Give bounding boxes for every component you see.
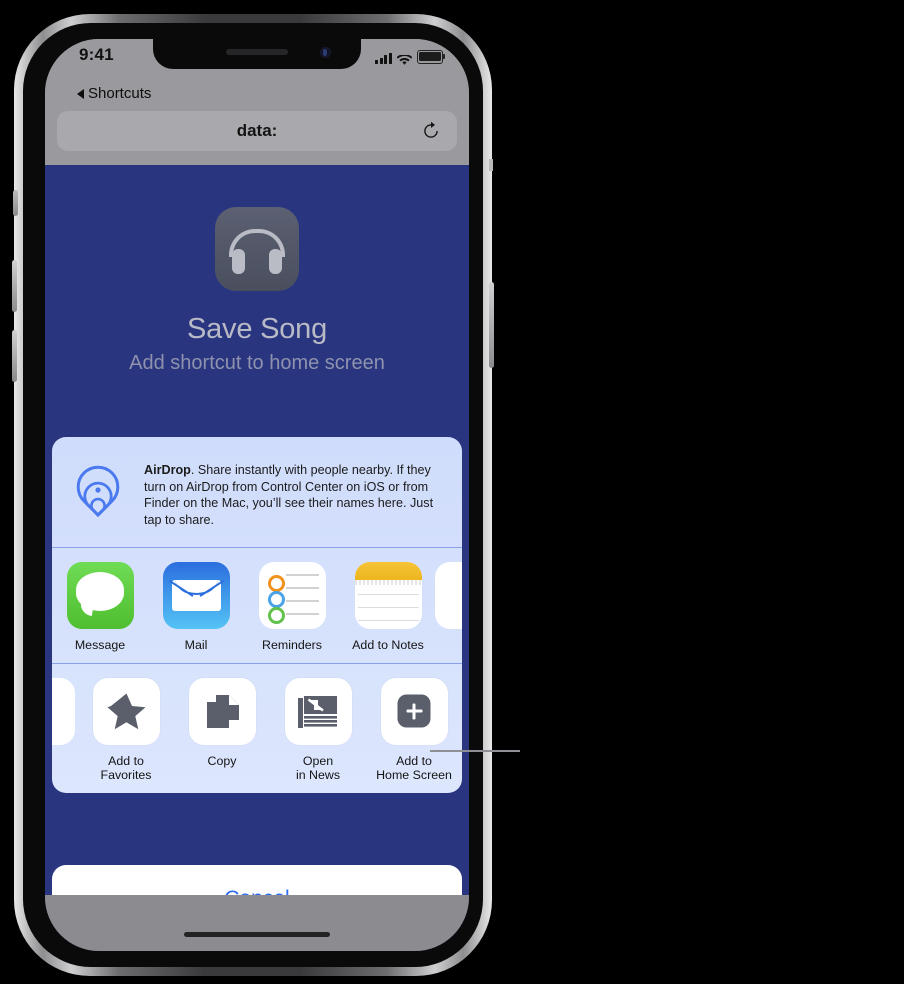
web-page-content: Save Song Add shortcut to home screen Ai… — [45, 165, 469, 951]
share-app-message[interactable]: Message — [52, 562, 148, 653]
share-action-label: Add to Favorites — [100, 753, 152, 783]
airdrop-icon — [66, 461, 130, 525]
share-action-partial-previous[interactable] — [52, 677, 75, 745]
page-title: Save Song — [186, 313, 328, 345]
home-indicator[interactable] — [184, 932, 330, 937]
share-sheet: AirDrop. Share instantly with people nea… — [52, 437, 462, 793]
reload-icon[interactable] — [421, 121, 441, 141]
share-action-add-to-home-screen[interactable]: Add to Home Screen — [366, 677, 462, 783]
share-actions-row[interactable]: k Add toFavorites — [52, 664, 462, 793]
share-app-partial-next[interactable] — [435, 562, 462, 629]
screenshot-stage: 9:41 Shortcuts data: Save Song Add short… — [0, 0, 904, 984]
power-button[interactable] — [489, 282, 494, 368]
share-app-label: Add to Notes — [352, 638, 424, 652]
share-action-label: Open in News — [295, 753, 341, 783]
airdrop-section[interactable]: AirDrop. Share instantly with people nea… — [52, 437, 462, 547]
url-text: data: — [236, 121, 278, 140]
airdrop-description: AirDrop. Share instantly with people nea… — [144, 459, 446, 531]
iphone-screen: 9:41 Shortcuts data: Save Song Add short… — [45, 39, 469, 951]
headphones-icon — [215, 207, 299, 291]
silent-switch[interactable] — [13, 190, 18, 216]
share-app-label: Message — [74, 638, 126, 652]
share-action-open-in-news[interactable]: Open in News — [270, 677, 366, 783]
share-action-label: Add to Home Screen — [376, 753, 452, 783]
messages-app-icon — [66, 562, 134, 629]
news-icon — [284, 677, 352, 745]
share-apps-row[interactable]: Message Mail Reminders Add to Notes — [52, 548, 462, 663]
callout-leader-line — [430, 750, 520, 752]
cellular-bars-icon — [375, 52, 392, 64]
notes-app-icon — [354, 562, 422, 629]
status-time: 9:41 — [79, 45, 114, 64]
back-to-shortcuts-link[interactable]: Shortcuts — [77, 85, 151, 102]
volume-up-button[interactable] — [12, 260, 17, 312]
back-label: Shortcuts — [88, 85, 152, 102]
share-app-add-to-notes[interactable]: Add to Notes — [340, 562, 436, 653]
share-app-mail[interactable]: Mail — [148, 562, 244, 653]
iphone-bezel: 9:41 Shortcuts data: Save Song Add short… — [23, 23, 483, 967]
reminders-app-icon — [258, 562, 326, 629]
antenna-band — [489, 159, 493, 171]
bottom-safe-area — [45, 895, 469, 951]
share-app-label: Mail — [184, 638, 208, 652]
battery-icon — [417, 50, 446, 64]
share-app-label: Reminders — [262, 638, 322, 652]
copy-icon — [188, 677, 256, 745]
star-icon — [92, 677, 160, 745]
shortcut-hero: Save Song Add shortcut to home screen — [45, 165, 469, 375]
airdrop-title: AirDrop — [144, 463, 191, 477]
share-action-label: Copy — [207, 753, 237, 768]
notch — [153, 39, 361, 69]
iphone-frame: 9:41 Shortcuts data: Save Song Add short… — [12, 14, 494, 976]
url-bar[interactable]: data: — [57, 111, 457, 151]
back-triangle-icon — [77, 88, 84, 99]
wifi-icon — [396, 53, 413, 65]
page-subtitle: Add shortcut to home screen — [129, 352, 385, 374]
front-camera-icon — [320, 47, 331, 58]
share-action-copy[interactable]: Copy — [174, 677, 270, 769]
mail-app-icon — [162, 562, 230, 629]
share-action-add-to-favorites[interactable]: Add to Favorites — [78, 677, 174, 783]
volume-down-button[interactable] — [12, 330, 17, 382]
status-icons — [375, 50, 446, 65]
plus-square-icon — [380, 677, 448, 745]
share-app-reminders[interactable]: Reminders — [244, 562, 340, 653]
earpiece-speaker — [226, 49, 288, 55]
